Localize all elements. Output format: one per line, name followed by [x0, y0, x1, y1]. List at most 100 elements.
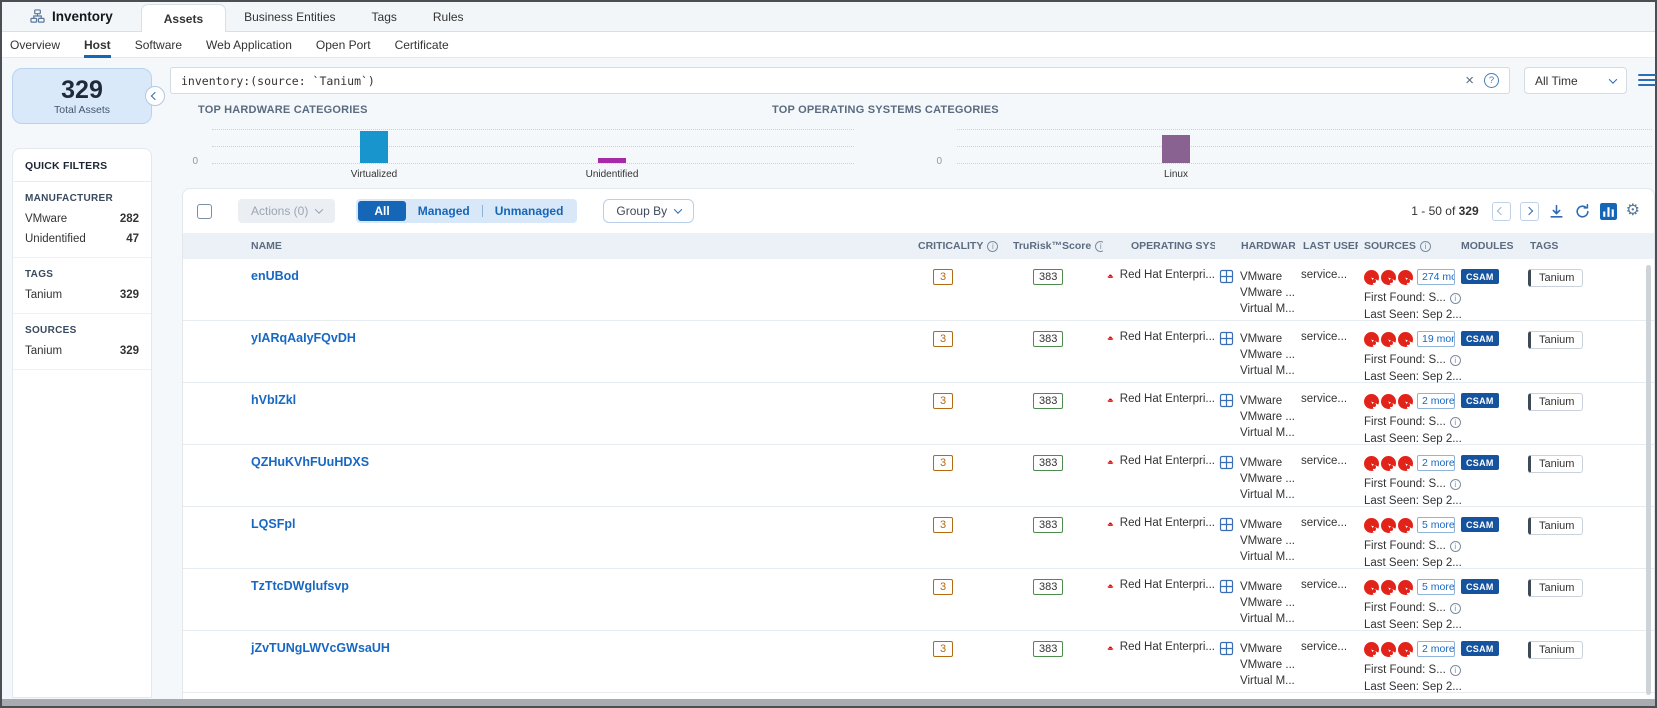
- asset-name-link[interactable]: LQSFpl: [251, 517, 295, 531]
- tab-tags[interactable]: Tags: [354, 2, 415, 32]
- last-user-cell: service...: [1295, 321, 1358, 382]
- asset-name-link[interactable]: QZHuKVhFUuHDXS: [251, 455, 369, 469]
- hardware-lines: VMwareVMware ...Virtual M...: [1240, 579, 1295, 630]
- filter-item-unidentified[interactable]: Unidentified 47: [25, 233, 139, 245]
- tab-business-entities[interactable]: Business Entities: [226, 2, 353, 32]
- bar-unidentified[interactable]: [598, 158, 626, 163]
- first-found-line: First Found: S...: [1364, 602, 1455, 614]
- more-sources-badge[interactable]: 274 more: [1417, 269, 1455, 285]
- column-header-operating-system[interactable]: OPERATING SYSTEM: [1103, 240, 1215, 252]
- asset-name-link[interactable]: jZvTUNgLWVcGWsaUH: [251, 641, 390, 655]
- bar-virtualized[interactable]: [360, 131, 388, 163]
- filter-section-title: MANUFACTURER: [25, 193, 139, 204]
- filter-item-tag-tanium[interactable]: Tanium 329: [25, 289, 139, 301]
- table-header-row: NAME CRITICALITY TruRisk™Score OPERATING…: [183, 233, 1654, 259]
- hardware-cell: VMwareVMware ...Virtual M...: [1215, 569, 1295, 630]
- filter-count: 282: [120, 213, 139, 225]
- hardware-cell: VMwareVMware ...Virtual M...: [1215, 383, 1295, 444]
- actions-button[interactable]: Actions (0): [238, 199, 335, 223]
- more-sources-badge[interactable]: 2 more: [1417, 393, 1455, 409]
- download-icon[interactable]: [1548, 203, 1565, 220]
- tanium-source-icon: [1381, 456, 1396, 471]
- previous-page-button[interactable]: [1492, 202, 1511, 221]
- more-sources-badge[interactable]: 2 more: [1417, 641, 1455, 657]
- bar-linux[interactable]: [1162, 135, 1190, 163]
- asset-name-link[interactable]: hVbIZkl: [251, 393, 296, 407]
- next-page-button[interactable]: [1520, 202, 1539, 221]
- clear-search-icon[interactable]: ×: [1465, 73, 1474, 88]
- column-header-criticality[interactable]: CRITICALITY: [908, 240, 1003, 252]
- settings-gear-icon[interactable]: ⚙: [1626, 203, 1640, 219]
- actions-label: Actions (0): [251, 204, 308, 218]
- virtual-machine-icon: [1219, 455, 1234, 470]
- subnav-host[interactable]: Host: [84, 32, 111, 58]
- subnav-certificate[interactable]: Certificate: [395, 32, 449, 58]
- subnav-web-application[interactable]: Web Application: [206, 32, 292, 58]
- first-found-line: First Found: S...: [1364, 664, 1455, 676]
- quick-filters-panel: QUICK FILTERS MANUFACTURER VMware 282 Un…: [12, 148, 152, 698]
- source-icons: 2 more: [1364, 455, 1455, 471]
- tab-rules[interactable]: Rules: [415, 2, 482, 32]
- more-sources-badge[interactable]: 19 more: [1417, 331, 1455, 347]
- hardware-cell: VMwareVMware ...Virtual M...: [1215, 259, 1295, 320]
- table-vertical-scrollbar[interactable]: [1646, 265, 1651, 695]
- column-header-tags[interactable]: TAGS: [1523, 240, 1654, 252]
- refresh-icon[interactable]: [1574, 203, 1591, 220]
- segment-all[interactable]: All: [358, 201, 405, 221]
- more-sources-badge[interactable]: 5 more: [1417, 579, 1455, 595]
- time-range-dropdown[interactable]: All Time: [1524, 67, 1627, 94]
- column-header-modules[interactable]: MODULES: [1455, 240, 1523, 252]
- search-help-icon[interactable]: ?: [1484, 73, 1499, 88]
- column-header-last-user[interactable]: LAST USER: [1295, 240, 1358, 252]
- last-user: service...: [1301, 517, 1347, 529]
- table-row: TzTtcDWglufsvp3383Red Hat Enterpri...VMw…: [183, 569, 1654, 631]
- tanium-source-icon: [1381, 642, 1396, 657]
- bar-label-linux: Linux: [1116, 169, 1236, 180]
- filter-item-vmware[interactable]: VMware 282: [25, 213, 139, 225]
- group-by-label: Group By: [616, 204, 667, 218]
- column-header-trurisk-score[interactable]: TruRisk™Score: [1003, 240, 1103, 252]
- redhat-icon: [1107, 517, 1114, 531]
- tanium-source-icon: [1398, 270, 1413, 285]
- chevron-left-icon: [1497, 207, 1505, 215]
- csam-module-badge: CSAM: [1461, 517, 1499, 532]
- tab-assets[interactable]: Assets: [141, 4, 226, 33]
- filter-item-source-tanium[interactable]: Tanium 329: [25, 345, 139, 357]
- segment-managed[interactable]: Managed: [406, 201, 482, 221]
- subnav-overview[interactable]: Overview: [10, 32, 60, 58]
- source-icons: 19 more: [1364, 331, 1455, 347]
- search-input[interactable]: [181, 74, 1455, 88]
- hardware-cell: VMwareVMware ...Virtual M...: [1215, 445, 1295, 506]
- last-seen-line: Last Seen: Sep 2...: [1364, 495, 1455, 507]
- filter-section-title: TAGS: [25, 269, 139, 280]
- row-checkbox-cell: [183, 321, 243, 382]
- group-by-button[interactable]: Group By: [603, 199, 694, 223]
- modules-cell: CSAM: [1455, 321, 1523, 382]
- trurisk-score-cell: 383: [1003, 569, 1103, 630]
- os-name: Red Hat Enterpri...: [1120, 331, 1215, 382]
- page-horizontal-scrollbar[interactable]: [2, 699, 1655, 706]
- operating-system-cell: Red Hat Enterpri...: [1103, 259, 1215, 320]
- column-header-sources[interactable]: SOURCES: [1358, 240, 1455, 252]
- select-all-checkbox[interactable]: [197, 204, 212, 219]
- asset-name-cell: LQSFpl: [243, 507, 908, 568]
- info-icon: [1095, 241, 1103, 252]
- asset-name-link[interactable]: yIARqAaIyFQvDH: [251, 331, 356, 345]
- subnav-open-port[interactable]: Open Port: [316, 32, 371, 58]
- asset-name-cell: yIARqAaIyFQvDH: [243, 321, 908, 382]
- column-header-name[interactable]: NAME: [243, 240, 908, 252]
- segment-unmanaged[interactable]: Unmanaged: [483, 201, 576, 221]
- asset-name-link[interactable]: TzTtcDWglufsvp: [251, 579, 349, 593]
- sources-cell: 274 moreFirst Found: S...Last Seen: Sep …: [1358, 259, 1455, 320]
- query-search-bar[interactable]: × ?: [170, 67, 1510, 94]
- chart-view-icon[interactable]: [1600, 203, 1617, 220]
- criticality-badge: 3: [933, 641, 953, 657]
- asset-name-link[interactable]: enUBod: [251, 269, 299, 283]
- column-header-hardware[interactable]: HARDWARE: [1215, 240, 1295, 252]
- more-sources-badge[interactable]: 5 more: [1417, 517, 1455, 533]
- menu-hamburger-icon[interactable]: [1638, 74, 1656, 89]
- subnav-software[interactable]: Software: [135, 32, 182, 58]
- table-row: hVbIZkl3383Red Hat Enterpri...VMwareVMwa…: [183, 383, 1654, 445]
- last-seen-line: Last Seen: Sep 2...: [1364, 619, 1455, 631]
- more-sources-badge[interactable]: 2 more: [1417, 455, 1455, 471]
